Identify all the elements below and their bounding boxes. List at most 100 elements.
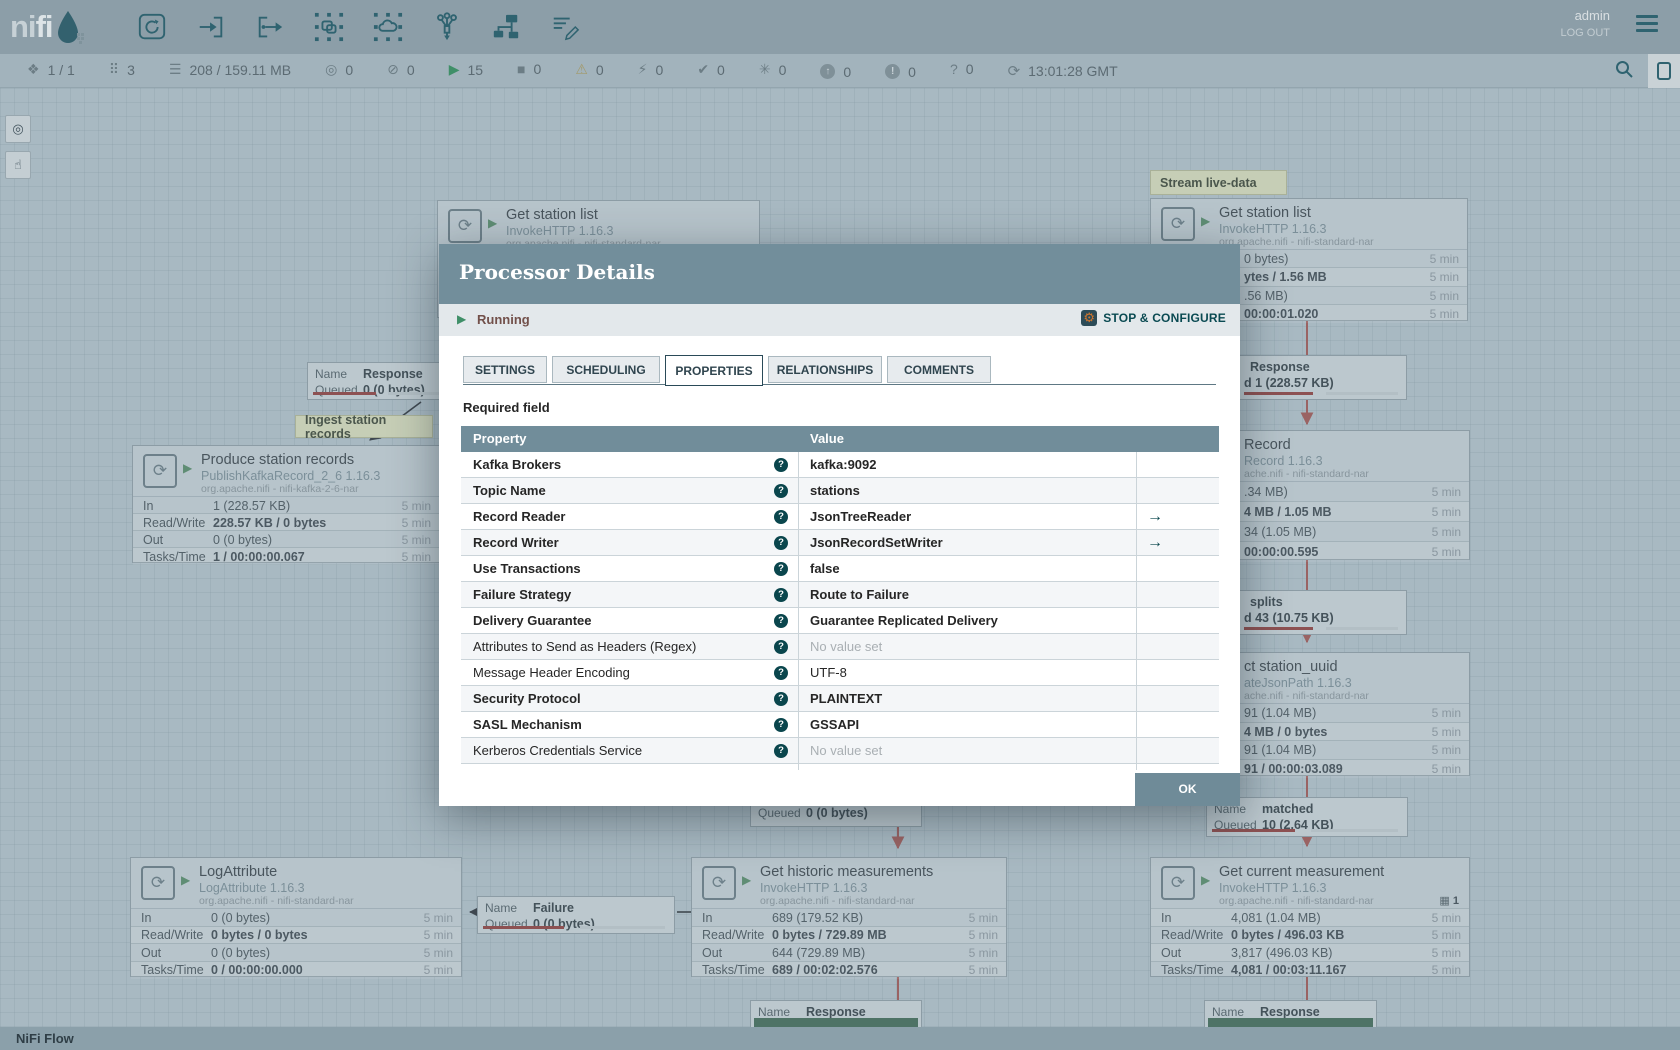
nifi-application: nifi admin LOG OUT ❖ 1 / 1 ⠿ 3 ☰ 208 / 159.11… [0, 0, 1680, 1050]
running-icon: ▶ [488, 216, 498, 230]
processor-icon: ⟳ [448, 209, 482, 243]
property-row[interactable]: SASL Mechanism? GSSAPI [461, 712, 1219, 738]
status-stopped: ■ 0 [517, 61, 542, 78]
property-row[interactable]: Kerberos User Service?No value set [461, 764, 1219, 770]
process-group-icon[interactable] [314, 12, 344, 42]
help-icon[interactable]: ? [774, 744, 788, 758]
help-icon[interactable]: ? [774, 484, 788, 498]
dialog-status-row: ▶ Running ⚙ STOP & CONFIGURE [439, 304, 1240, 336]
locally-modified-stale-icon: ! [885, 64, 901, 80]
running-icon: ▶ [448, 61, 460, 78]
help-icon[interactable]: ? [774, 692, 788, 706]
processor-type: InvokeHTTP 1.16.3 [760, 881, 868, 895]
nifi-logo-text: nifi [10, 9, 53, 44]
breadcrumb-bar: NiFi Flow [0, 1027, 1680, 1050]
processor-type: InvokeHTTP 1.16.3 [506, 224, 614, 238]
property-row[interactable]: Delivery Guarantee? Guarantee Replicated … [461, 608, 1219, 634]
transmitting-icon: ◎ [325, 61, 338, 78]
processor-icon: ⟳ [143, 454, 177, 488]
help-icon[interactable]: ? [774, 588, 788, 602]
property-row[interactable]: Kafka Brokers? kafka:9092 [461, 452, 1219, 478]
processor-bundle: org.apache.nifi - nifi-standard-nar [1219, 895, 1374, 907]
flow-status-bar: ❖ 1 / 1 ⠿ 3 ☰ 208 / 159.11 MB ◎ 0 ⊘ 0 ▶ 15 ■ 0 ⚠ 0 ⚡ 0 ✔ 0 ✳… [0, 54, 1680, 88]
panel-icon[interactable] [1648, 54, 1680, 88]
remote-process-group-icon[interactable] [373, 12, 403, 42]
navigate-button[interactable]: ◎ [5, 115, 31, 143]
property-row[interactable]: Failure Strategy? Route to Failure [461, 582, 1219, 608]
property-row[interactable]: Use Transactions? false [461, 556, 1219, 582]
tab-scheduling[interactable]: SCHEDULING [552, 356, 660, 383]
help-icon[interactable]: ? [774, 562, 788, 576]
connection-label-response-bottom-mid[interactable]: Name Response [750, 1000, 922, 1030]
stat-row: In 689 (179.52 KB) 5 min [692, 908, 1006, 927]
stop-configure-button[interactable]: ⚙ STOP & CONFIGURE [1081, 310, 1226, 326]
processor-name: Produce station records [201, 452, 355, 468]
input-port-icon[interactable] [196, 12, 226, 42]
help-icon[interactable]: ? [774, 614, 788, 628]
status-disabled: ⚡ 0 [637, 61, 664, 78]
label-icon[interactable] [550, 12, 580, 42]
property-row[interactable]: Kerberos Credentials Service? No value se… [461, 738, 1219, 764]
queued-icon: ☰ [168, 61, 182, 78]
processor-produce-station-records[interactable]: ⟳ ▶ Produce station records PublishKafkaRec… [132, 445, 440, 565]
help-icon[interactable]: ? [774, 718, 788, 732]
processor-type: InvokeHTTP 1.16.3 [1219, 222, 1327, 236]
status-sync-failure: ? 0 [949, 61, 974, 78]
status-invalid: ⚠ 0 [575, 61, 604, 78]
processor-icon: ⟳ [141, 866, 175, 900]
hamburger-icon[interactable] [1636, 15, 1658, 36]
stat-row: Tasks/Time 1 / 00:00:00.067 5 min [133, 547, 439, 565]
tab-comments[interactable]: COMMENTS [887, 356, 991, 383]
status-queued: ☰ 208 / 159.11 MB [168, 61, 292, 78]
running-icon: ▶ [181, 873, 191, 887]
tab-relationships[interactable]: RELATIONSHIPS [768, 356, 882, 383]
funnel-icon[interactable] [432, 12, 462, 42]
processor-get-current-measurement[interactable]: ⟳ ▶ Get current measurement InvokeHTTP 1.16… [1150, 857, 1470, 977]
refresh-icon[interactable]: ⟳ [1008, 62, 1021, 80]
property-row[interactable]: Attributes to Send as Headers (Regex)? No… [461, 634, 1219, 660]
search-icon[interactable] [1614, 59, 1634, 84]
app-header: nifi admin LOG OUT [0, 0, 1680, 54]
processor-icon[interactable] [137, 12, 167, 42]
connection-label-failure[interactable]: Name Failure Queued 0 (0 bytes) [477, 896, 675, 934]
goto-service-icon[interactable]: → [1147, 530, 1163, 555]
help-icon[interactable]: ? [774, 666, 788, 680]
processor-get-historic-measurements[interactable]: ⟳ ▶ Get historic measurements InvokeHTTP 1.… [691, 857, 1007, 979]
tab-properties[interactable]: PROPERTIES [665, 355, 763, 386]
breadcrumb[interactable]: NiFi Flow [16, 1031, 74, 1046]
ok-button[interactable]: OK [1135, 773, 1240, 806]
flow-label-ingest-station-records[interactable]: Ingest station records [295, 413, 433, 441]
help-icon[interactable]: ? [774, 536, 788, 550]
logout-link[interactable]: LOG OUT [1560, 27, 1610, 39]
dialog-tabs: SETTINGS SCHEDULING PROPERTIES RELATIONSHIP… [463, 355, 991, 386]
property-row[interactable]: Security Protocol? PLAINTEXT [461, 686, 1219, 712]
goto-service-icon[interactable]: → [1147, 504, 1163, 529]
stat-row: Read/Write 228.57 KB / 0 bytes 5 min [133, 513, 439, 531]
pan-button[interactable]: ☝ [5, 151, 31, 179]
processor-name: ct station_uuid [1244, 659, 1338, 675]
component-toolbar [137, 12, 580, 42]
stat-row: In 4,081 (1.04 MB) 5 min [1151, 908, 1469, 927]
connection-label-response-bottom-right[interactable]: Name Response [1204, 1000, 1377, 1030]
run-status-text: Running [477, 312, 530, 327]
property-row[interactable]: Record Reader? JsonTreeReader → [461, 504, 1219, 530]
stat-row: Out 0 (0 bytes) 5 min [131, 943, 461, 962]
last-refresh: ⟳ 13:01:28 GMT [1008, 62, 1118, 80]
running-icon: ▶ [183, 461, 193, 475]
flow-label-stream-live-data[interactable]: Stream live-data [1150, 170, 1287, 195]
stat-row: Read/Write 0 bytes / 0 bytes 5 min [131, 925, 461, 944]
template-icon[interactable] [491, 12, 521, 42]
dialog-title: Processor Details [459, 260, 655, 284]
tab-settings[interactable]: SETTINGS [463, 356, 547, 383]
help-icon[interactable]: ? [774, 458, 788, 472]
property-row[interactable]: Message Header Encoding? UTF-8 [461, 660, 1219, 686]
processor-bundle: ache.nifi - nifi-standard-nar [1244, 690, 1369, 702]
output-port-icon[interactable] [255, 12, 285, 42]
help-icon[interactable]: ? [774, 510, 788, 524]
processor-icon: ⟳ [702, 866, 736, 900]
help-icon[interactable]: ? [774, 640, 788, 654]
property-row[interactable]: Topic Name? stations [461, 478, 1219, 504]
processor-log-attribute[interactable]: ⟳ ▶ LogAttribute LogAttribute 1.16.3 org.apa… [130, 857, 462, 979]
processor-details-dialog: Processor Details ▶ Running ⚙ STOP & CON… [439, 244, 1240, 806]
property-row[interactable]: Record Writer? JsonRecordSetWriter → [461, 530, 1219, 556]
